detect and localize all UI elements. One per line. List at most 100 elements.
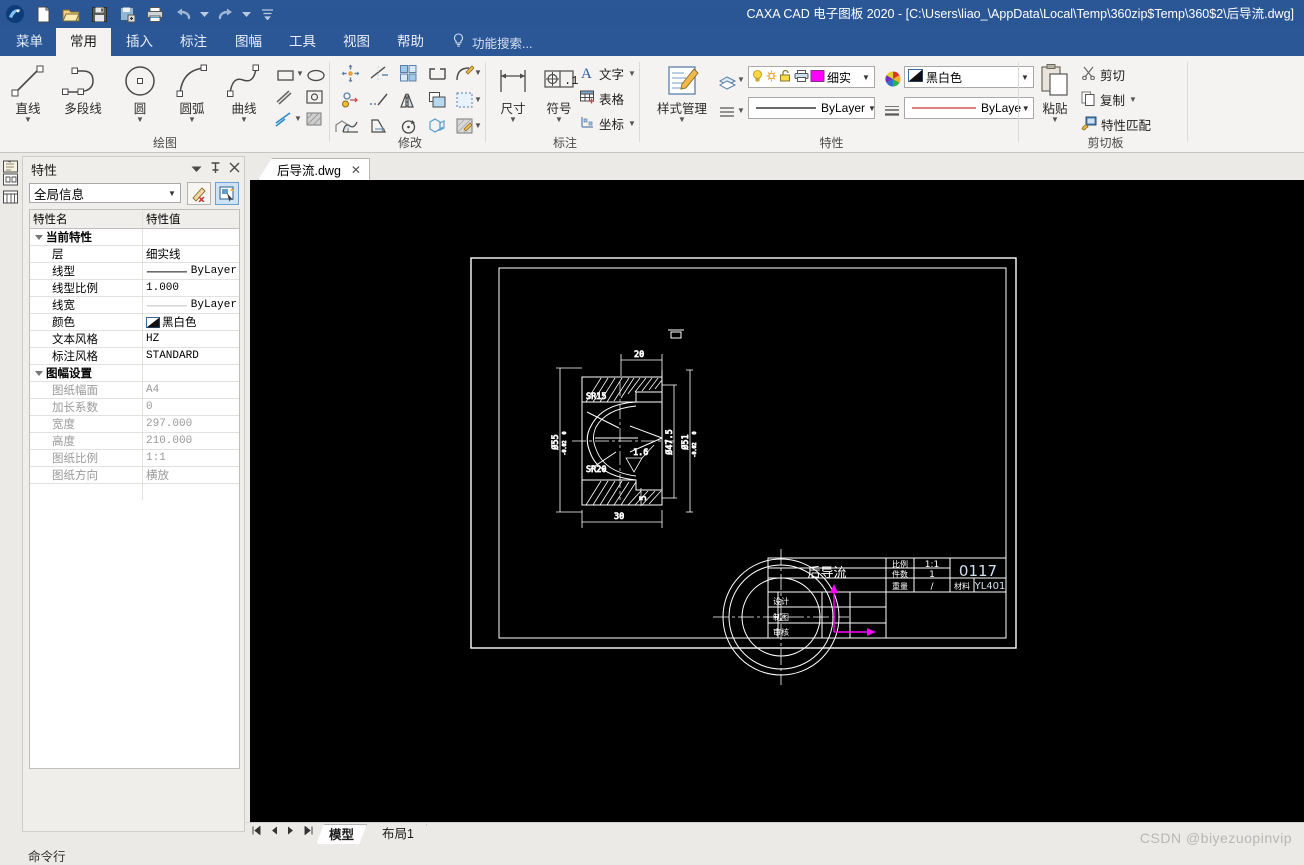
undo-icon[interactable]: [170, 2, 196, 26]
tool-paste[interactable]: 粘贴 ▼: [1031, 60, 1079, 124]
bulb-icon[interactable]: [751, 69, 764, 86]
break-icon[interactable]: [426, 62, 448, 84]
chevron-down-icon[interactable]: ▼: [218, 116, 270, 124]
image-icon[interactable]: [303, 86, 325, 108]
ribbon-tab-annotate[interactable]: 标注: [166, 28, 221, 56]
save-as-icon[interactable]: [114, 2, 140, 26]
tool-coordinate[interactable]: 坐标 ▼: [580, 113, 636, 134]
chevron-down-icon[interactable]: ▼: [628, 119, 636, 128]
tool-text[interactable]: A 文字 ▼: [580, 63, 636, 84]
color-combo[interactable]: 黑白色 ▼: [904, 66, 1034, 88]
sheet-tab-layout1[interactable]: 布局1: [370, 824, 427, 845]
document-tab[interactable]: 后导流.dwg ✕: [258, 158, 370, 180]
last-sheet-icon[interactable]: [304, 825, 313, 837]
pin-icon[interactable]: [210, 161, 221, 177]
chevron-down-icon[interactable]: ▼: [860, 73, 872, 82]
properties-grid[interactable]: 特性名 特性值 当前特性 层 细实线 线型 ByLayer 线型比例 1.000…: [29, 209, 240, 769]
color-wheel-icon[interactable]: [882, 68, 904, 90]
lock-icon[interactable]: [779, 69, 793, 86]
layer-manager-icon[interactable]: [716, 70, 738, 92]
ribbon-tab-view[interactable]: 视图: [329, 28, 384, 56]
copy-move-icon[interactable]: [339, 89, 361, 111]
open-file-icon[interactable]: [58, 2, 84, 26]
table-row[interactable]: 线型比例 1.000: [30, 280, 239, 297]
chevron-down-icon[interactable]: ▼: [737, 75, 745, 84]
ribbon-tab-home[interactable]: 常用: [56, 28, 111, 56]
sun-icon[interactable]: [765, 69, 778, 86]
tool-copy[interactable]: 复制 ▼: [1081, 89, 1137, 110]
print-icon[interactable]: [142, 2, 168, 26]
redo-icon[interactable]: [212, 2, 238, 26]
table-row[interactable]: 线型 ByLayer: [30, 263, 239, 280]
scale-icon[interactable]: [453, 89, 475, 111]
expand-triangle-icon[interactable]: [35, 371, 43, 376]
fillet-icon[interactable]: [453, 62, 475, 84]
tool-table[interactable]: 表格: [580, 88, 624, 109]
extend-icon[interactable]: [368, 89, 390, 111]
redo-dropdown-icon[interactable]: [240, 2, 252, 26]
table-row[interactable]: 颜色 黑白色: [30, 314, 239, 331]
chevron-down-icon[interactable]: ▼: [294, 114, 302, 123]
chevron-down-icon[interactable]: ▼: [474, 95, 482, 104]
mirror-icon[interactable]: [397, 89, 419, 111]
close-icon[interactable]: ✕: [351, 163, 361, 177]
tool-polyline[interactable]: 多段线: [54, 60, 112, 116]
ribbon-tab-tools[interactable]: 工具: [275, 28, 330, 56]
linetype-combo[interactable]: ByLayer ▼: [748, 97, 876, 119]
table-row[interactable]: 文本风格 HZ: [30, 331, 239, 348]
chevron-down-icon[interactable]: ▼: [737, 106, 745, 115]
chevron-down-icon[interactable]: ▼: [1129, 95, 1137, 104]
new-file-icon[interactable]: [30, 2, 56, 26]
trim-icon[interactable]: [368, 62, 390, 84]
chevron-down-icon[interactable]: ▼: [490, 116, 536, 124]
tool-circle[interactable]: 圆 ▼: [114, 60, 166, 124]
pick-object-button[interactable]: [215, 182, 239, 205]
properties-section-current[interactable]: 当前特性: [30, 229, 239, 246]
ribbon-tab-insert[interactable]: 插入: [112, 28, 167, 56]
ribbon-tab-menu[interactable]: 菜单: [2, 28, 57, 56]
ribbon-tab-sheet[interactable]: 图幅: [221, 28, 276, 56]
chevron-down-icon[interactable]: ▼: [650, 116, 714, 124]
color-swatch-icon[interactable]: [810, 69, 825, 86]
customize-qat-icon[interactable]: [254, 2, 280, 26]
chevron-down-icon[interactable]: ▼: [114, 116, 166, 124]
chevron-down-icon[interactable]: ▼: [1031, 116, 1079, 124]
lineweight-combo[interactable]: ByLayer ▼: [904, 97, 1034, 119]
chevron-down-icon[interactable]: ▼: [474, 68, 482, 77]
drawing-canvas[interactable]: 20 30 Ø55 0 -0.02 Ø47.5 Ø51 0 -0.02 SR15…: [250, 180, 1304, 832]
dock-tab-library[interactable]: [2, 189, 20, 208]
chevron-down-icon[interactable]: ▼: [628, 69, 636, 78]
tool-spline[interactable]: 曲线 ▼: [218, 60, 270, 124]
first-sheet-icon[interactable]: [252, 825, 261, 837]
linetype-list-icon[interactable]: [716, 101, 738, 123]
hatch-icon[interactable]: [272, 108, 294, 130]
next-sheet-icon[interactable]: [287, 826, 295, 837]
lineweight-list-icon[interactable]: [881, 100, 903, 122]
table-row[interactable]: 层 细实线: [30, 246, 239, 263]
printer-icon[interactable]: [794, 69, 809, 86]
undo-dropdown-icon[interactable]: [198, 2, 210, 26]
app-logo-icon[interactable]: [2, 2, 28, 26]
chevron-down-icon[interactable]: ▼: [868, 104, 876, 113]
properties-section-sheet[interactable]: 图幅设置: [30, 365, 239, 382]
layer-combo[interactable]: 细实 ▼: [748, 66, 875, 88]
save-file-icon[interactable]: [86, 2, 112, 26]
chevron-down-icon[interactable]: ▼: [2, 116, 54, 124]
ribbon-tab-help[interactable]: 帮助: [383, 28, 438, 56]
tool-cut[interactable]: 剪切: [1081, 64, 1125, 85]
move-icon[interactable]: [339, 62, 361, 84]
hatch-fill-icon[interactable]: [303, 108, 325, 130]
chevron-down-icon[interactable]: ▼: [296, 69, 304, 78]
offset-icon[interactable]: [426, 89, 448, 111]
array-icon[interactable]: [397, 62, 419, 84]
tool-dimension[interactable]: 尺寸 ▼: [490, 60, 536, 124]
prev-sheet-icon[interactable]: [270, 826, 278, 837]
parallel-line-icon[interactable]: [272, 86, 294, 108]
tool-line[interactable]: 直线 ▼: [2, 60, 54, 124]
feature-search[interactable]: 功能搜索...: [452, 28, 532, 56]
chevron-down-icon[interactable]: ▼: [166, 116, 218, 124]
table-row[interactable]: 标注风格 STANDARD: [30, 348, 239, 365]
tool-symbol[interactable]: .1 符号 ▼: [536, 60, 582, 124]
dock-tab-properties[interactable]: [2, 160, 20, 189]
quick-select-button[interactable]: [187, 182, 211, 205]
